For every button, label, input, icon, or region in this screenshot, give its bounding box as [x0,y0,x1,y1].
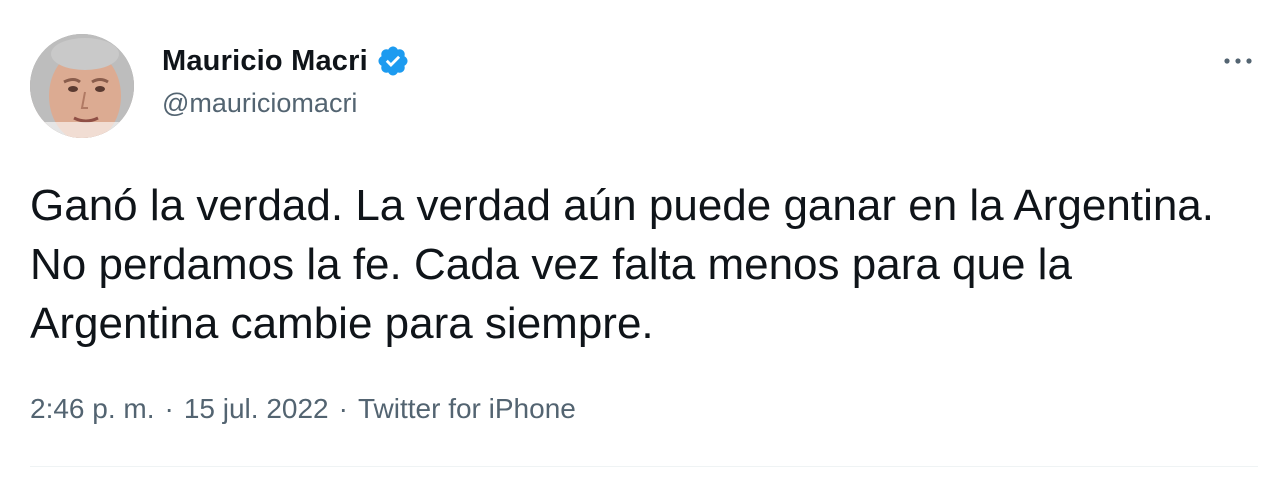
user-handle[interactable]: @mauriciomacri [162,88,410,119]
avatar[interactable] [30,34,134,138]
user-info: Mauricio Macri @mauriciomacri [162,38,410,119]
tweet-text: Ganó la verdad. La verdad aún puede gana… [30,181,1215,348]
more-options-button[interactable] [1218,44,1258,78]
meta-separator: · [164,393,174,424]
divider [30,466,1258,467]
display-name[interactable]: Mauricio Macri [162,45,368,78]
tweet-metadata: 2:46 p. m. · 15 jul. 2022 · Twitter for … [30,393,576,425]
tweet-source[interactable]: Twitter for iPhone [358,393,576,425]
tweet-time[interactable]: 2:46 p. m. [30,393,155,425]
verified-badge-icon [376,44,410,78]
more-horizontal-icon [1224,58,1252,64]
name-row: Mauricio Macri [162,38,410,84]
meta-separator: · [338,393,348,424]
tweet-date[interactable]: 15 jul. 2022 [184,393,329,425]
tweet: Mauricio Macri @mauriciomacri Ganó la ve… [0,0,1280,477]
avatar-photo [30,34,134,138]
